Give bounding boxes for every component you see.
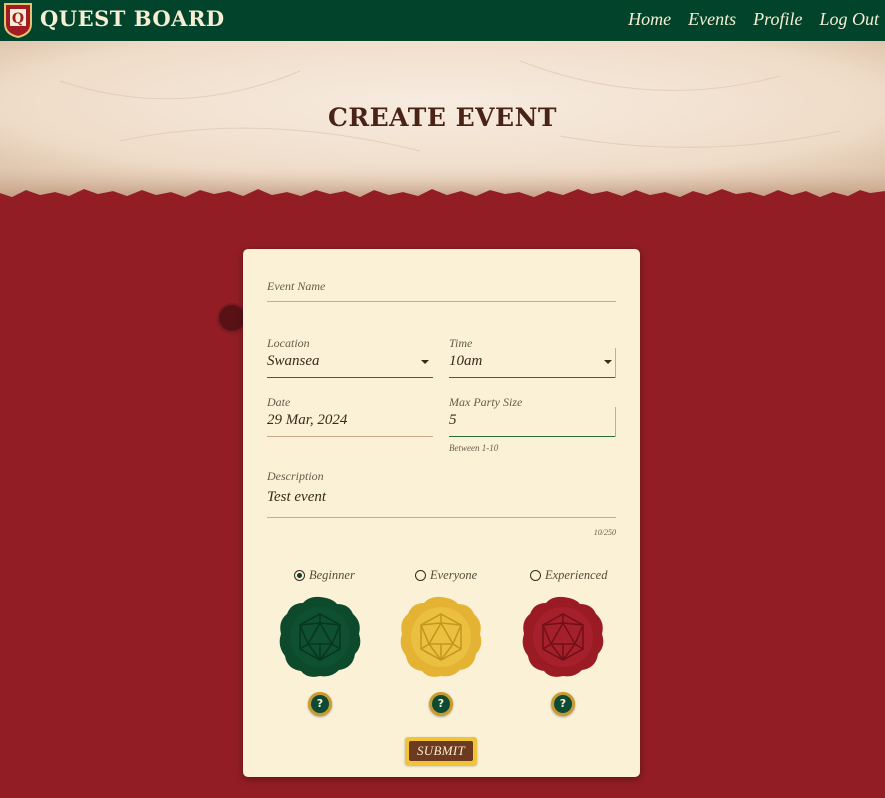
submit-button[interactable]: SUBMIT [405, 737, 477, 765]
logo-letter: Q [12, 11, 24, 27]
max-party-size-helper: Between 1-10 [449, 443, 499, 453]
radio-circle-beginner[interactable] [294, 570, 305, 581]
nav-link-events[interactable]: Events [688, 9, 736, 30]
chevron-down-icon[interactable] [421, 360, 429, 364]
event-name-field[interactable]: Event Name [267, 277, 616, 303]
radio-circle-everyone[interactable] [415, 570, 426, 581]
event-name-label: Event Name [267, 279, 326, 293]
location-value[interactable]: Swansea [267, 353, 320, 370]
help-beginner-button[interactable]: ? [308, 692, 332, 716]
description-label: Description [267, 469, 324, 483]
radio-label-beginner: Beginner [309, 568, 355, 582]
max-party-size-right-border [615, 407, 616, 437]
question-icon: ? [311, 695, 329, 713]
date-value[interactable]: 29 Mar, 2024 [267, 412, 347, 429]
submit-label: SUBMIT [409, 741, 473, 761]
beginner-seal-icon[interactable] [277, 594, 363, 680]
max-party-size-field[interactable]: Max Party Size 5 [449, 395, 616, 437]
radio-everyone[interactable]: Everyone [415, 568, 477, 583]
experienced-seal-icon[interactable] [520, 594, 606, 680]
everyone-seal-icon[interactable] [398, 594, 484, 680]
radio-label-experienced: Experienced [545, 568, 608, 582]
description-field[interactable]: Description Test event [267, 469, 616, 518]
chevron-down-icon[interactable] [604, 360, 612, 364]
help-experienced-button[interactable]: ? [551, 692, 575, 716]
logo-icon[interactable]: Q [3, 2, 33, 38]
location-underline [267, 377, 433, 378]
date-label: Date [267, 395, 291, 409]
time-right-border [615, 348, 616, 378]
radio-beginner[interactable]: Beginner [294, 568, 355, 583]
question-icon: ? [432, 695, 450, 713]
radio-label-everyone: Everyone [430, 568, 478, 582]
radio-experienced[interactable]: Experienced [530, 568, 607, 583]
description-underline [267, 517, 616, 518]
nav-link-home[interactable]: Home [628, 9, 671, 30]
max-party-size-underline [449, 436, 616, 437]
max-party-size-value[interactable]: 5 [449, 412, 457, 429]
brand-name[interactable]: QUEST BOARD [40, 6, 225, 31]
location-label: Location [267, 336, 310, 350]
help-everyone-button[interactable]: ? [429, 692, 453, 716]
decorative-dot [219, 305, 245, 331]
location-select[interactable]: Location Swansea [267, 336, 433, 378]
time-select[interactable]: Time 10am [449, 336, 616, 378]
time-underline [449, 377, 616, 378]
time-value[interactable]: 10am [449, 353, 482, 370]
nav-link-logout[interactable]: Log Out [819, 9, 879, 30]
page-title: CREATE EVENT [327, 103, 558, 132]
date-field[interactable]: Date 29 Mar, 2024 [267, 395, 433, 437]
nav-link-profile[interactable]: Profile [753, 9, 802, 30]
question-icon: ? [554, 695, 572, 713]
navbar: Q QUEST BOARD Home Events Profile Log Ou… [0, 0, 885, 41]
event-name-underline [267, 301, 616, 302]
radio-circle-experienced[interactable] [530, 570, 541, 581]
max-party-size-label: Max Party Size [449, 395, 523, 409]
date-underline [267, 436, 433, 437]
create-event-form: Event Name Location Swansea Time 10am Da… [243, 249, 640, 777]
description-char-counter: 10/250 [593, 528, 616, 537]
nav-links: Home Events Profile Log Out [611, 9, 879, 30]
description-value[interactable]: Test event [267, 489, 326, 506]
time-label: Time [449, 336, 473, 350]
